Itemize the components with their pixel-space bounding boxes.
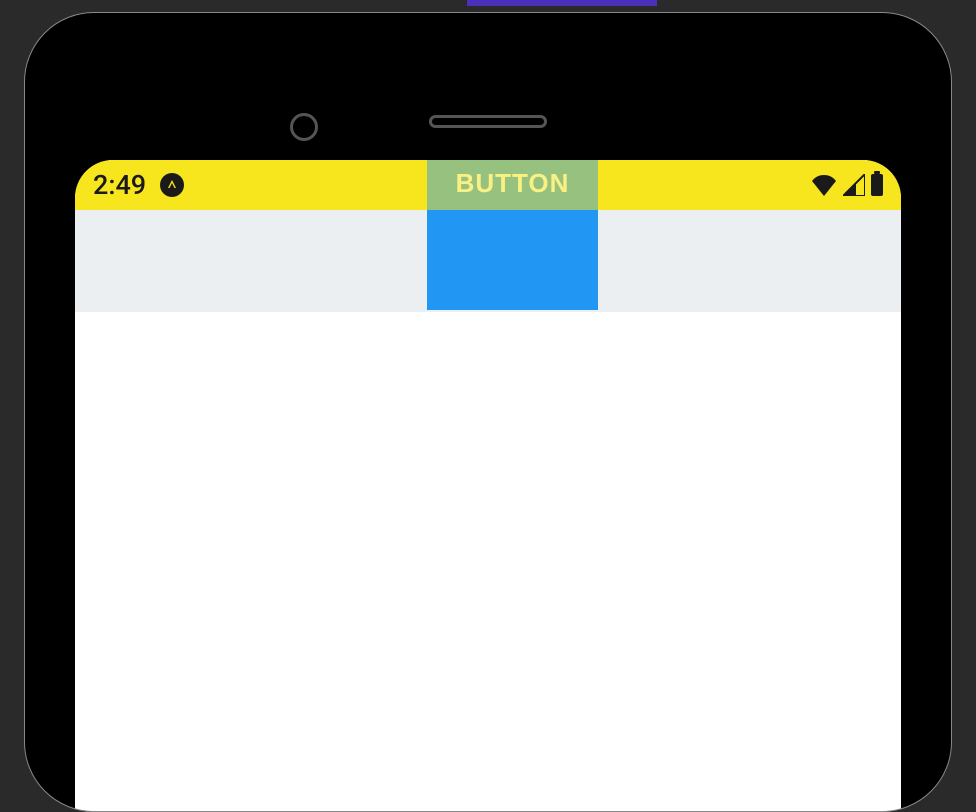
signal-icon bbox=[843, 174, 865, 196]
device-screen: 2:49 bbox=[75, 160, 901, 811]
content-area bbox=[75, 312, 901, 811]
tab-indicator bbox=[467, 0, 657, 6]
device-frame: 2:49 bbox=[24, 12, 952, 812]
status-time: 2:49 bbox=[93, 169, 146, 201]
wifi-icon bbox=[811, 174, 837, 196]
button-label: BUTTON bbox=[456, 168, 570, 199]
status-right-cluster bbox=[811, 174, 883, 196]
floating-button[interactable]: BUTTON bbox=[427, 160, 598, 310]
camera-hole bbox=[290, 113, 318, 141]
app-icon bbox=[160, 173, 184, 197]
speaker-slot bbox=[429, 115, 547, 128]
battery-icon bbox=[871, 174, 883, 196]
